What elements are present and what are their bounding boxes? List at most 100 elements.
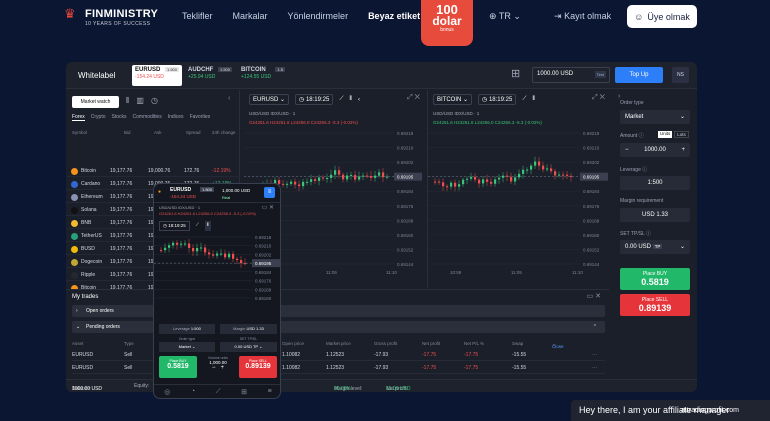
- place-sell-button[interactable]: Place SELL 0.89139: [620, 294, 690, 316]
- chat-widget[interactable]: Hey there, I am your affiliate manager: [571, 400, 770, 421]
- history-icon[interactable]: ◔: [191, 388, 195, 395]
- brand-tagline: 10 YEARS OF SUCCESS: [85, 21, 151, 27]
- layout-grid-icon[interactable]: ⊞: [511, 68, 523, 80]
- candles-icon[interactable]: ⫴: [126, 96, 129, 106]
- more-icon[interactable]: ⋯: [592, 365, 597, 371]
- mobile-volume[interactable]: Volume units 1,000.00 − +: [200, 356, 236, 378]
- open-orders-strip[interactable]: › Open orders: [72, 305, 605, 317]
- category-crypto[interactable]: Crypto: [91, 114, 106, 121]
- trade-row[interactable]: EURUSD Sell 1.10082 1.12523 -17.93 -17.75 -17.…: [72, 349, 605, 361]
- category-indices[interactable]: Indices: [168, 114, 184, 121]
- account-balance-selector[interactable]: 1000.00 USD Test: [532, 67, 610, 83]
- th-close[interactable]: Close ⌄: [552, 341, 564, 349]
- order-type-select[interactable]: Market ⌄: [620, 110, 690, 124]
- chart-symbol-selector[interactable]: BITCOIN ⌄: [433, 94, 473, 105]
- order-panel: › Order type Market ⌄ Amount ⓘ Units Lots…: [616, 90, 697, 392]
- close-icon[interactable]: ✕: [595, 293, 601, 300]
- watermark: attradingprofit.com: [681, 407, 739, 414]
- account-balance: 1000.00 USD: [537, 71, 574, 77]
- mobile-chart-canvas[interactable]: 0.69218 0.69210 0.69202 0.69195 0.69184 0.691…: [154, 232, 281, 322]
- user-avatar[interactable]: NS: [672, 67, 689, 83]
- chart-header: BITCOIN ⌄ ◷ 18:19:25 ⟋ ⫴: [433, 94, 535, 105]
- collapse-left-icon[interactable]: ‹: [358, 97, 360, 103]
- watchlist-row[interactable]: Bitcoin 19,177.76 19,000.76 172.76 -12.19%: [66, 164, 240, 177]
- tpsl-select[interactable]: 0.00 USD TP ⌄: [620, 240, 690, 254]
- category-forex[interactable]: Forex: [72, 114, 85, 121]
- candle-type-icon[interactable]: ⫴: [533, 96, 536, 103]
- coin-icon: [71, 181, 78, 188]
- margin-label: Margin requirement: [620, 198, 664, 204]
- plus-icon[interactable]: +: [681, 143, 685, 157]
- mobile-menu-button[interactable]: ≡: [264, 187, 275, 198]
- chart-canvas[interactable]: 0.69218 0.69210 0.69202 0.69195 0.69184 0.691…: [428, 128, 610, 288]
- trade-gross: -17.93: [374, 352, 389, 358]
- chart-window-controls[interactable]: ⤢ ✕: [407, 94, 420, 102]
- candle: [350, 174, 353, 176]
- minus-icon[interactable]: −: [625, 143, 629, 157]
- chart-info: USD/USD IDX/USD · 1: [433, 111, 480, 116]
- tab-bitcoin[interactable]: BITCOIN 1.5 +124.55 USD: [238, 65, 288, 86]
- indicator-icon[interactable]: ⟋: [194, 221, 201, 231]
- place-buy-button[interactable]: Place BUY 0.5819: [620, 268, 690, 290]
- category-stocks[interactable]: Stocks: [112, 114, 127, 121]
- leverage-value[interactable]: 1:500: [620, 176, 690, 190]
- clock-icon[interactable]: ◷: [151, 96, 158, 106]
- signup-button[interactable]: ☺ Üye olmak: [627, 5, 697, 28]
- units-toggle[interactable]: Units: [658, 131, 673, 138]
- language-selector[interactable]: ⊕ TR ⌄: [489, 11, 521, 22]
- collapse-right-icon[interactable]: ›: [618, 93, 620, 100]
- grid-icon[interactable]: ⊞: [241, 388, 247, 396]
- price-tick: 0.69160: [583, 233, 600, 238]
- close-icon[interactable]: ✕: [415, 94, 420, 101]
- maximize-icon[interactable]: ⤢: [407, 94, 413, 101]
- candle: [228, 253, 231, 258]
- info-icon: ⓘ: [646, 231, 652, 237]
- mobile-tpsl-tag: TP: [252, 344, 258, 349]
- category-favorites[interactable]: Favorites: [190, 114, 211, 121]
- candle: [370, 176, 373, 178]
- category-commodities[interactable]: Commodities: [133, 114, 162, 121]
- chart-icon[interactable]: ⟋: [216, 388, 221, 396]
- portfolio-icon[interactable]: ◎: [164, 388, 170, 396]
- tpsl-label-text: SET TP/SL: [620, 231, 645, 237]
- tab-audchf[interactable]: AUDCHF 1.500 +25.94 USD: [185, 65, 235, 86]
- chart-symbol-selector[interactable]: EURUSD ⌄: [249, 94, 290, 105]
- nav-link-offers[interactable]: Teklifler: [182, 11, 213, 21]
- chart-panel-bitcoin[interactable]: BITCOIN ⌄ ◷ 18:19:25 ⟋ ⫴ ⤢ ✕ USD/USD IDX…: [427, 90, 609, 288]
- indicator-icon[interactable]: ⟋: [522, 96, 526, 103]
- candle: [518, 173, 521, 178]
- panel-controls[interactable]: ▭ ✕: [587, 292, 601, 300]
- market-watch-button[interactable]: Market watch: [72, 96, 119, 108]
- mobile-tpsl-select[interactable]: 0.00 USD TP ⌄: [220, 342, 277, 352]
- mobile-volume-stepper[interactable]: − +: [200, 365, 236, 371]
- amount-stepper[interactable]: − 1000.00 +: [620, 143, 690, 157]
- lots-toggle[interactable]: Lots: [674, 131, 689, 138]
- mobile-buy-button[interactable]: Place BUY 0.5819: [159, 356, 197, 378]
- nav-link-white-label[interactable]: Beyaz etiket: [368, 11, 420, 21]
- promo-badge[interactable]: 100 dolar bonus: [421, 0, 473, 46]
- top-up-button[interactable]: Top Up: [615, 67, 663, 83]
- collapse-left-icon[interactable]: ‹: [228, 95, 230, 102]
- candle-type-icon[interactable]: ⫴: [204, 221, 211, 231]
- more-icon[interactable]: ⋯: [592, 352, 597, 358]
- candle-type-icon[interactable]: ⫴: [350, 96, 353, 103]
- pending-orders-strip[interactable]: ⌄ Pending orders ⌃: [72, 321, 605, 333]
- maximize-icon[interactable]: ⤢: [592, 94, 598, 101]
- menu-icon[interactable]: ≡: [268, 388, 272, 395]
- bar-chart-icon[interactable]: ▥: [136, 96, 144, 106]
- mobile-leverage[interactable]: Leverage 1:500: [159, 324, 215, 334]
- trade-row[interactable]: EURUSD Sell 1.10082 1.12523 -17.93 -17.75 -17.…: [72, 362, 605, 374]
- mobile-chart-controls[interactable]: ▭ ✕: [262, 204, 274, 211]
- nav-link-referrals[interactable]: Yönlendirmeler: [288, 11, 349, 21]
- nav-link-brands[interactable]: Markalar: [233, 11, 268, 21]
- mobile-order-type-select[interactable]: Market ⌄: [159, 342, 215, 352]
- tab-eurusd[interactable]: EURUSD 1.500 -154.24 USD: [132, 65, 182, 86]
- chart-window-controls[interactable]: ⤢ ✕: [592, 94, 605, 102]
- indicator-icon[interactable]: ⟋: [339, 96, 343, 103]
- login-link[interactable]: ⇥ Kayıt olmak: [554, 11, 611, 22]
- mobile-sell-button[interactable]: Place SELL 0.89139: [239, 356, 277, 378]
- brand-logo[interactable]: ♛ FINMINISTRY 10 YEARS OF SUCCESS: [64, 7, 158, 28]
- candle: [486, 179, 489, 182]
- minimize-icon[interactable]: ▭: [587, 293, 594, 300]
- close-icon[interactable]: ✕: [600, 94, 605, 101]
